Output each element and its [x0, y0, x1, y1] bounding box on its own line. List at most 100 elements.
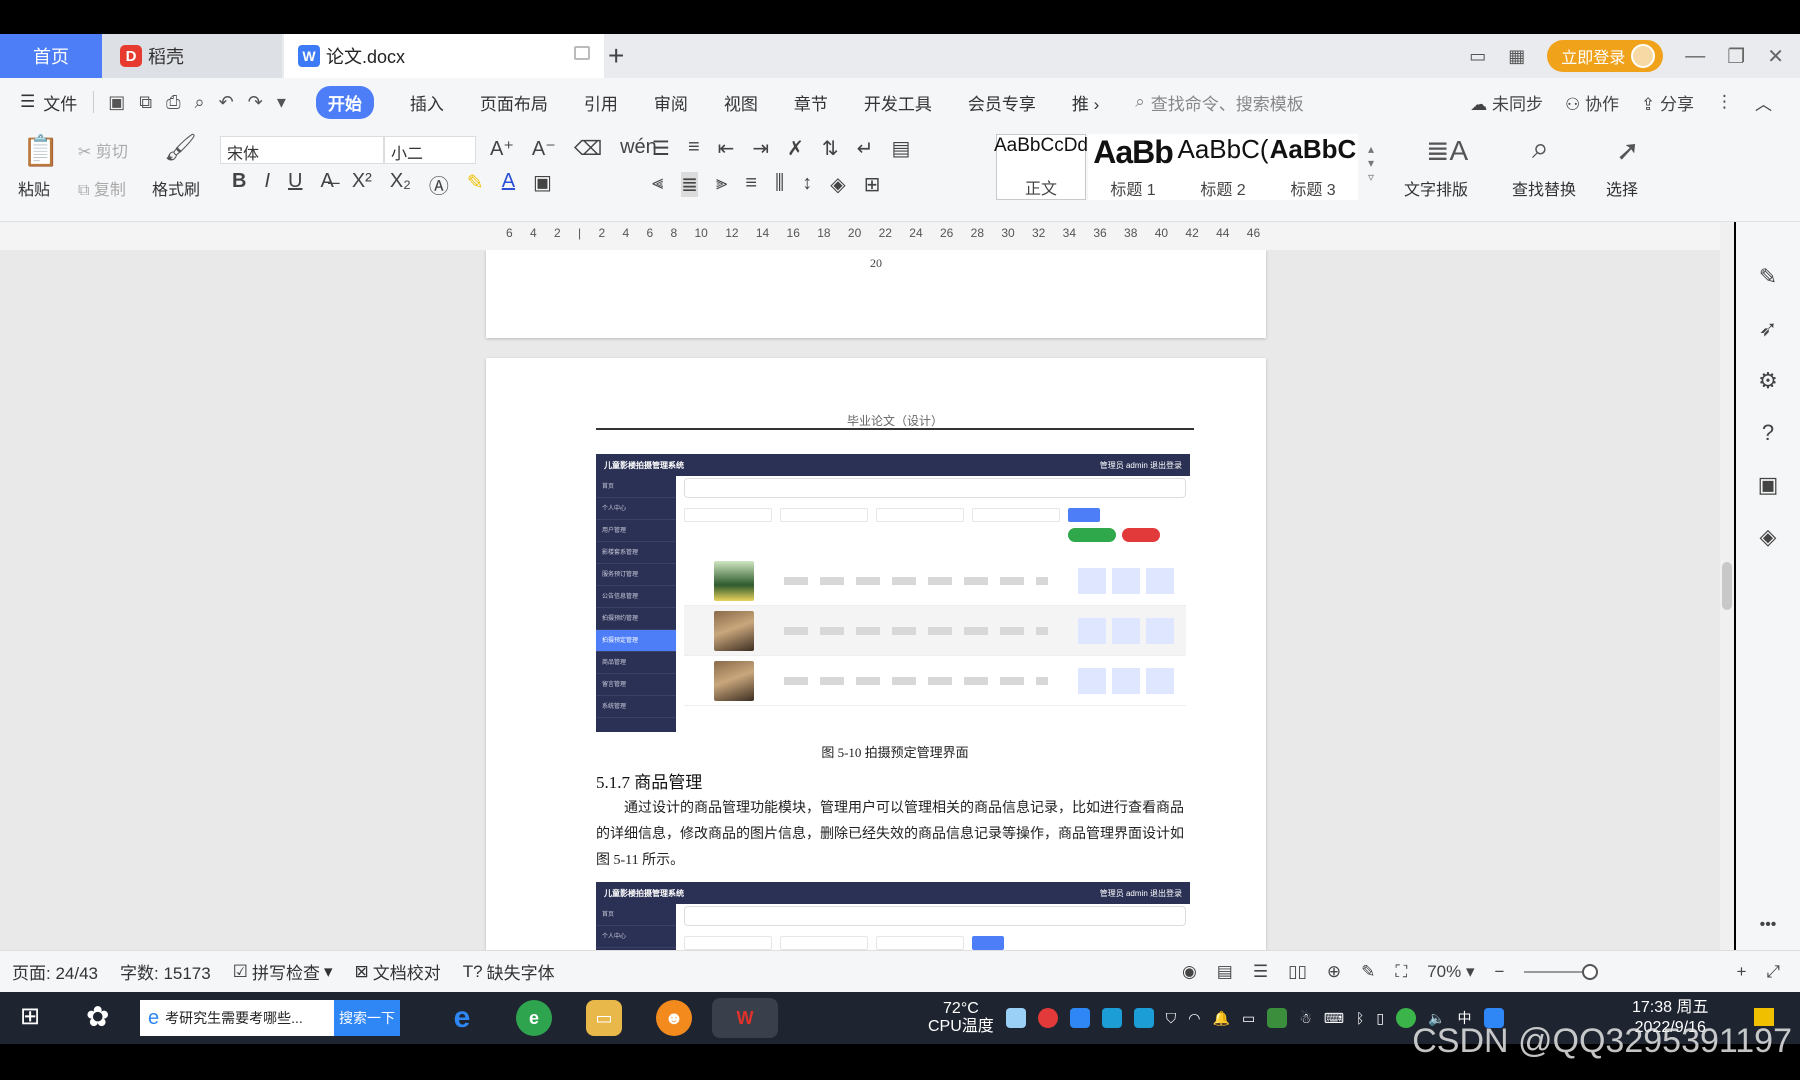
file-menu[interactable]: ☰ 文件: [20, 90, 77, 115]
help-icon[interactable]: ?: [1762, 420, 1774, 446]
layout-icon[interactable]: ▭: [1469, 46, 1486, 67]
tray-app-icon[interactable]: [1101, 1008, 1122, 1028]
zoom-out-icon[interactable]: −: [1495, 962, 1505, 982]
sort-icon[interactable]: ⇅: [822, 136, 839, 161]
indent-icon[interactable]: ⇥: [752, 136, 769, 161]
spell-check[interactable]: ☑ 拼写检查 ▾: [233, 959, 333, 984]
missing-font[interactable]: T? 缺失字体: [463, 959, 555, 984]
pointer-icon[interactable]: ➶: [1759, 316, 1777, 342]
settings-sliders-icon[interactable]: ⚙: [1758, 368, 1778, 394]
numbered-list-icon[interactable]: ≡: [688, 136, 700, 161]
wps-writer-icon[interactable]: W: [712, 998, 778, 1038]
preview-icon[interactable]: ⌕: [195, 92, 205, 113]
shield-icon[interactable]: ⛉: [1166, 1010, 1177, 1027]
superscript-icon[interactable]: X²: [352, 170, 372, 199]
assistant-icon[interactable]: ✿: [86, 1000, 109, 1033]
zoom-in-icon[interactable]: +: [1736, 962, 1746, 982]
restore-icon[interactable]: ❐: [1727, 44, 1745, 69]
menu-member[interactable]: 会员专享: [968, 90, 1036, 115]
command-search[interactable]: ⌕ 查找命令、搜索模板: [1135, 90, 1304, 115]
line-spacing-icon[interactable]: ↕: [802, 172, 812, 197]
bold-icon[interactable]: B: [232, 170, 246, 199]
style-heading-1[interactable]: AaBb 标题 1: [1088, 134, 1178, 200]
save-icon[interactable]: ▣: [108, 92, 125, 113]
zoom-knob[interactable]: [1582, 964, 1599, 980]
tray-app-icon[interactable]: [1037, 1008, 1058, 1028]
menu-insert[interactable]: 插入: [410, 90, 444, 115]
menu-layout[interactable]: 页面布局: [480, 90, 548, 115]
monitor-icon[interactable]: [574, 46, 590, 60]
collab-button[interactable]: ⚇ 协作: [1565, 90, 1619, 115]
document-area[interactable]: 20 毕业论文（设计） 儿童影楼拍摄管理系统 管理员 admin 退出登录 首页…: [0, 250, 1720, 950]
undo-icon[interactable]: ↶: [219, 92, 234, 113]
table-ruler-icon[interactable]: ▤: [891, 136, 910, 161]
vertical-scrollbar[interactable]: [1720, 222, 1734, 950]
text-effect-icon[interactable]: Ⓐ: [429, 170, 449, 199]
browser-360-icon[interactable]: e: [516, 1000, 552, 1036]
cut-button[interactable]: ✂ 剪切: [78, 138, 128, 162]
shading-icon[interactable]: ◈: [830, 172, 845, 197]
fit-page-icon[interactable]: ⛶: [1395, 962, 1407, 982]
style-heading-2[interactable]: AaBbC( 标题 2: [1177, 134, 1269, 200]
close-icon[interactable]: ✕: [1767, 44, 1784, 69]
text-layout-icon[interactable]: ≣A: [1426, 134, 1468, 167]
new-tab-icon[interactable]: +: [608, 40, 624, 72]
scroll-thumb[interactable]: [1722, 562, 1732, 610]
page-view-icon[interactable]: ▤: [1217, 962, 1233, 982]
keyboard-icon[interactable]: ⌨: [1324, 1010, 1344, 1027]
windows-start-icon[interactable]: ⊞: [20, 1002, 40, 1031]
redo-icon[interactable]: ↷: [248, 92, 263, 113]
file-explorer-icon[interactable]: ▭: [586, 1000, 622, 1036]
weather-icon[interactable]: [1005, 1008, 1026, 1028]
paragraph-mark-icon[interactable]: ↵: [857, 136, 874, 161]
monitor-tray-icon[interactable]: ▭: [1242, 1010, 1255, 1027]
shrink-font-icon[interactable]: A⁻: [532, 136, 556, 161]
format-painter-button[interactable]: 格式刷: [152, 176, 200, 200]
wifi-icon[interactable]: ◠: [1188, 1010, 1200, 1027]
tab-daoke[interactable]: D 稻壳: [102, 34, 282, 78]
proofread[interactable]: ⊠ 文档校对: [355, 959, 441, 984]
tab-home[interactable]: 首页: [0, 34, 102, 78]
align-right-icon[interactable]: ⫸: [716, 172, 727, 197]
apps-grid-icon[interactable]: ▦: [1508, 46, 1525, 67]
menu-review[interactable]: 审阅: [654, 90, 688, 115]
align-left-icon[interactable]: ⫷: [652, 172, 663, 197]
taskbar-search[interactable]: e 考研究生需要考哪些... 搜索一下: [140, 1000, 400, 1036]
more-horizontal-icon[interactable]: •••: [1760, 916, 1777, 934]
share-button[interactable]: ⇪ 分享: [1641, 90, 1694, 115]
browser-ie-icon[interactable]: e: [444, 1000, 480, 1036]
find-icon[interactable]: ⌕: [1532, 132, 1549, 166]
font-color-icon[interactable]: A: [502, 170, 515, 199]
reading-view-icon[interactable]: ▯▯: [1288, 962, 1307, 982]
tray-app-icon[interactable]: [1133, 1008, 1154, 1028]
game-app-icon[interactable]: ☻: [656, 1000, 692, 1036]
export-icon[interactable]: ⧉: [139, 92, 152, 113]
outdent-icon[interactable]: ⇤: [718, 136, 735, 161]
ruler[interactable]: 6 4 2 | 2 4 6 8 10 12 14 16 18 20 22 24 …: [0, 222, 1720, 250]
collapse-ribbon-icon[interactable]: ︿: [1755, 90, 1772, 115]
nvidia-icon[interactable]: [1267, 1008, 1288, 1028]
minimize-icon[interactable]: —: [1685, 45, 1705, 68]
text-direction-icon[interactable]: ✗: [787, 136, 804, 161]
borders-icon[interactable]: ⊞: [864, 172, 881, 197]
menu-developer[interactable]: 开发工具: [864, 90, 932, 115]
page-indicator[interactable]: 页面: 24/43: [12, 959, 98, 984]
font-name-select[interactable]: 宋体: [220, 136, 384, 164]
grow-font-icon[interactable]: A⁺: [490, 136, 514, 161]
sync-status[interactable]: ☁ 未同步: [1470, 90, 1543, 115]
paste-button[interactable]: 粘贴: [18, 176, 50, 200]
find-replace-button[interactable]: 查找替换: [1512, 176, 1576, 200]
align-center-icon[interactable]: ≣: [681, 172, 699, 197]
usb-icon[interactable]: ▯: [1376, 1010, 1384, 1027]
bullet-list-icon[interactable]: ☰: [652, 136, 670, 161]
web-view-icon[interactable]: ⊕: [1327, 962, 1341, 982]
image-tool-icon[interactable]: ▣: [1758, 472, 1779, 498]
cpu-temp[interactable]: 72°C CPU温度: [928, 1000, 994, 1036]
word-count[interactable]: 字数: 15173: [120, 959, 211, 984]
select-pointer-icon[interactable]: ➚: [1616, 134, 1639, 167]
tab-document[interactable]: W 论文.docx: [284, 34, 604, 78]
qq-icon[interactable]: ☃: [1299, 1010, 1312, 1027]
subscript-icon[interactable]: X₂: [390, 170, 411, 199]
eye-protect-icon[interactable]: ◉: [1182, 962, 1197, 982]
menu-more[interactable]: 推 ›: [1072, 90, 1099, 115]
